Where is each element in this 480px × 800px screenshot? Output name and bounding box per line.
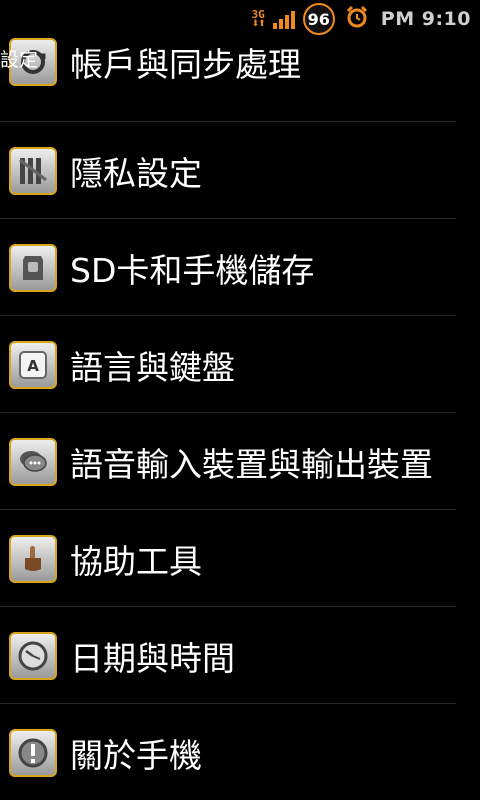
battery-icon: 96 — [302, 3, 335, 35]
settings-item-date-time[interactable]: 日期與時間 — [0, 608, 480, 704]
settings-item-label: 語音輸入裝置與輸出裝置 — [70, 445, 433, 484]
clock-icon — [9, 632, 57, 680]
speech-bubble-icon — [9, 438, 57, 486]
settings-item-label: 日期與時間 — [70, 639, 235, 678]
settings-item-label: 語言與鍵盤 — [70, 348, 235, 387]
page-title: 設定 — [0, 49, 39, 71]
alarm-clock-icon — [345, 5, 369, 33]
settings-item-label: 隱私設定 — [70, 154, 202, 193]
info-icon — [9, 729, 57, 777]
settings-item-label: 帳戶與同步處理 — [70, 45, 301, 84]
divider — [0, 509, 456, 510]
divider — [0, 121, 456, 122]
divider — [0, 412, 456, 413]
settings-item-accounts-sync[interactable]: 帳戶與同步處理 — [0, 38, 480, 110]
signal-strength-icon — [272, 9, 295, 29]
hand-pointer-icon — [9, 535, 57, 583]
clock-time: PM 9:10 — [380, 8, 471, 30]
settings-list[interactable]: 帳戶與同步處理 隱私設定 SD卡和手機儲存 A 語言與鍵盤 語音輸入裝置與輸出裝… — [0, 38, 480, 800]
svg-text:A: A — [27, 357, 39, 375]
settings-item-language-keyboard[interactable]: A 語言與鍵盤 — [0, 317, 480, 413]
settings-item-about-phone[interactable]: 關於手機 — [0, 705, 480, 800]
settings-item-privacy[interactable]: 隱私設定 — [0, 123, 480, 219]
settings-item-label: SD卡和手機儲存 — [70, 251, 315, 290]
settings-item-voice-io[interactable]: 語音輸入裝置與輸出裝置 — [0, 414, 480, 510]
privacy-icon — [9, 147, 57, 195]
settings-item-sd-storage[interactable]: SD卡和手機儲存 — [0, 220, 480, 316]
divider — [0, 218, 456, 219]
divider — [0, 315, 456, 316]
battery-level: 96 — [307, 9, 330, 29]
divider — [0, 703, 456, 704]
status-bar: 3G ⬇⬆ 96 PM 9:10 — [0, 0, 480, 38]
settings-item-label: 協助工具 — [70, 542, 202, 581]
keyboard-icon: A — [9, 341, 57, 389]
sd-card-icon — [9, 244, 57, 292]
network-3g-icon: 3G ⬇⬆ — [251, 9, 266, 29]
settings-item-accessibility[interactable]: 協助工具 — [0, 511, 480, 607]
settings-item-label: 關於手機 — [70, 736, 202, 775]
divider — [0, 606, 456, 607]
data-arrows-icon: ⬇⬆ — [251, 19, 266, 29]
